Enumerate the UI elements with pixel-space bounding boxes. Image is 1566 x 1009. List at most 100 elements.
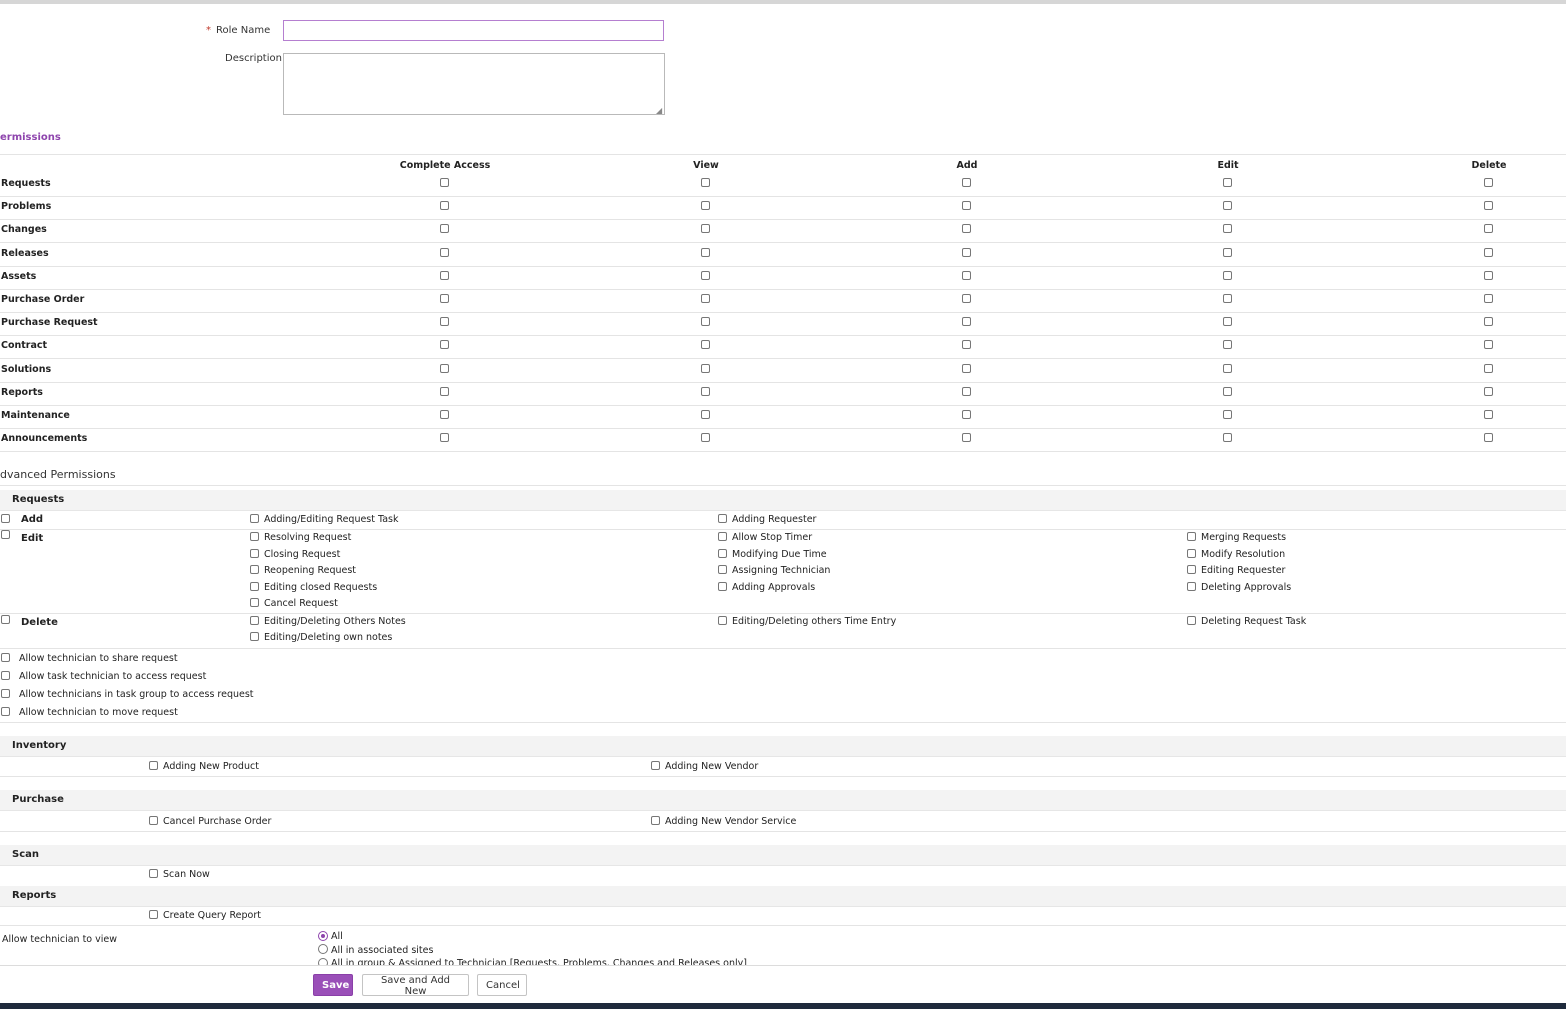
request-permission-item[interactable]: Assigning Technician bbox=[718, 565, 830, 576]
permission-checkbox-add[interactable] bbox=[962, 433, 971, 442]
permission-checkbox-edit[interactable] bbox=[1223, 364, 1232, 373]
requests-delete-checkbox[interactable] bbox=[1, 615, 10, 624]
permission-checkbox-delete[interactable] bbox=[1484, 178, 1493, 187]
scan-item[interactable]: Scan Now bbox=[149, 869, 210, 880]
checkbox[interactable] bbox=[718, 549, 727, 558]
permission-checkbox-edit[interactable] bbox=[1223, 317, 1232, 326]
permission-checkbox-delete[interactable] bbox=[1484, 248, 1493, 257]
request-permission-item[interactable]: Allow Stop Timer bbox=[718, 532, 812, 543]
request-option-checkbox[interactable] bbox=[1, 707, 10, 716]
checkbox[interactable] bbox=[718, 616, 727, 625]
permission-checkbox-view[interactable] bbox=[701, 248, 710, 257]
permission-checkbox-complete-access[interactable] bbox=[440, 433, 449, 442]
inventory-item[interactable]: Adding New Vendor bbox=[651, 761, 758, 772]
permission-checkbox-delete[interactable] bbox=[1484, 410, 1493, 419]
permission-checkbox-delete[interactable] bbox=[1484, 294, 1493, 303]
permission-checkbox-view[interactable] bbox=[701, 410, 710, 419]
checkbox[interactable] bbox=[149, 816, 158, 825]
checkbox[interactable] bbox=[149, 910, 158, 919]
permission-checkbox-add[interactable] bbox=[962, 364, 971, 373]
cancel-button[interactable]: Cancel bbox=[477, 974, 527, 996]
save-and-add-new-button[interactable]: Save and Add New bbox=[362, 974, 469, 997]
permission-checkbox-delete[interactable] bbox=[1484, 317, 1493, 326]
checkbox[interactable] bbox=[1187, 549, 1196, 558]
checkbox[interactable] bbox=[1187, 616, 1196, 625]
permission-checkbox-add[interactable] bbox=[962, 387, 971, 396]
permission-checkbox-view[interactable] bbox=[701, 271, 710, 280]
purchase-item[interactable]: Adding New Vendor Service bbox=[651, 816, 796, 827]
permission-checkbox-complete-access[interactable] bbox=[440, 340, 449, 349]
permission-checkbox-edit[interactable] bbox=[1223, 224, 1232, 233]
view-scope-radio-all[interactable] bbox=[318, 931, 328, 941]
request-permission-item[interactable]: Editing Requester bbox=[1187, 565, 1285, 576]
checkbox[interactable] bbox=[651, 816, 660, 825]
permission-checkbox-view[interactable] bbox=[701, 294, 710, 303]
request-permission-item[interactable]: Editing closed Requests bbox=[250, 582, 377, 593]
permission-checkbox-view[interactable] bbox=[701, 224, 710, 233]
inventory-item[interactable]: Adding New Product bbox=[149, 761, 259, 772]
request-permission-item[interactable]: Resolving Request bbox=[250, 532, 351, 543]
permission-checkbox-add[interactable] bbox=[962, 410, 971, 419]
permission-checkbox-add[interactable] bbox=[962, 294, 971, 303]
resize-grip-icon[interactable]: ◢ bbox=[656, 106, 662, 115]
permission-checkbox-add[interactable] bbox=[962, 317, 971, 326]
checkbox[interactable] bbox=[718, 514, 727, 523]
permission-checkbox-complete-access[interactable] bbox=[440, 317, 449, 326]
checkbox[interactable] bbox=[718, 565, 727, 574]
requests-edit-checkbox[interactable] bbox=[1, 530, 10, 539]
permission-checkbox-complete-access[interactable] bbox=[440, 178, 449, 187]
permission-checkbox-edit[interactable] bbox=[1223, 387, 1232, 396]
checkbox[interactable] bbox=[718, 582, 727, 591]
request-permission-item[interactable]: Editing/Deleting own notes bbox=[250, 632, 392, 643]
permission-checkbox-delete[interactable] bbox=[1484, 433, 1493, 442]
permission-checkbox-delete[interactable] bbox=[1484, 387, 1493, 396]
permission-checkbox-delete[interactable] bbox=[1484, 364, 1493, 373]
permission-checkbox-edit[interactable] bbox=[1223, 201, 1232, 210]
request-permission-item[interactable]: Cancel Request bbox=[250, 598, 338, 609]
request-permission-item[interactable]: Merging Requests bbox=[1187, 532, 1286, 543]
permission-checkbox-delete[interactable] bbox=[1484, 271, 1493, 280]
permission-checkbox-complete-access[interactable] bbox=[440, 294, 449, 303]
request-option-checkbox[interactable] bbox=[1, 671, 10, 680]
permission-checkbox-delete[interactable] bbox=[1484, 201, 1493, 210]
requests-add-checkbox[interactable] bbox=[1, 514, 10, 523]
permission-checkbox-edit[interactable] bbox=[1223, 294, 1232, 303]
checkbox[interactable] bbox=[250, 549, 259, 558]
permission-checkbox-complete-access[interactable] bbox=[440, 248, 449, 257]
permission-checkbox-delete[interactable] bbox=[1484, 340, 1493, 349]
permission-checkbox-view[interactable] bbox=[701, 201, 710, 210]
request-permission-item[interactable]: Deleting Request Task bbox=[1187, 616, 1306, 627]
request-permission-item[interactable]: Modify Resolution bbox=[1187, 549, 1285, 560]
view-scope-radio-sites[interactable] bbox=[318, 944, 328, 954]
permission-checkbox-add[interactable] bbox=[962, 271, 971, 280]
permission-checkbox-view[interactable] bbox=[701, 364, 710, 373]
checkbox[interactable] bbox=[149, 761, 158, 770]
permission-checkbox-view[interactable] bbox=[701, 387, 710, 396]
role-name-input[interactable] bbox=[283, 20, 664, 41]
permission-checkbox-complete-access[interactable] bbox=[440, 271, 449, 280]
request-permission-item[interactable]: Editing/Deleting Others Notes bbox=[250, 616, 406, 627]
request-permission-item[interactable]: Editing/Deleting others Time Entry bbox=[718, 616, 896, 627]
permission-checkbox-view[interactable] bbox=[701, 178, 710, 187]
request-option-checkbox[interactable] bbox=[1, 653, 10, 662]
request-option-checkbox[interactable] bbox=[1, 689, 10, 698]
description-textarea[interactable] bbox=[283, 53, 665, 115]
permission-checkbox-edit[interactable] bbox=[1223, 433, 1232, 442]
checkbox[interactable] bbox=[1187, 582, 1196, 591]
reports-item[interactable]: Create Query Report bbox=[149, 910, 261, 921]
permission-checkbox-add[interactable] bbox=[962, 340, 971, 349]
request-permission-item[interactable]: Reopening Request bbox=[250, 565, 356, 576]
checkbox[interactable] bbox=[250, 632, 259, 641]
request-permission-item[interactable]: Deleting Approvals bbox=[1187, 582, 1291, 593]
checkbox[interactable] bbox=[651, 761, 660, 770]
checkbox[interactable] bbox=[250, 616, 259, 625]
checkbox[interactable] bbox=[250, 598, 259, 607]
permission-checkbox-edit[interactable] bbox=[1223, 410, 1232, 419]
checkbox[interactable] bbox=[250, 565, 259, 574]
permission-checkbox-complete-access[interactable] bbox=[440, 364, 449, 373]
request-permission-item[interactable]: Adding Approvals bbox=[718, 582, 815, 593]
purchase-item[interactable]: Cancel Purchase Order bbox=[149, 816, 271, 827]
permission-checkbox-complete-access[interactable] bbox=[440, 410, 449, 419]
request-permission-item[interactable]: Closing Request bbox=[250, 549, 340, 560]
checkbox[interactable] bbox=[718, 532, 727, 541]
